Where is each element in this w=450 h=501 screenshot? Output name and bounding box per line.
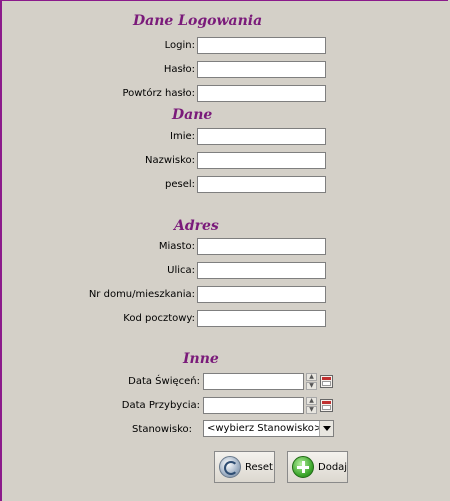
powtorz-haslo-field[interactable] xyxy=(197,85,326,102)
chevron-down-icon[interactable] xyxy=(319,421,333,436)
pesel-input[interactable] xyxy=(198,177,325,192)
pesel-label: pesel: xyxy=(164,179,195,190)
data-przybycia-spinner: ▲ ▼ xyxy=(306,397,317,414)
data-swiecen-label: Data Święceń: xyxy=(128,376,200,387)
miasto-label: Miasto: xyxy=(158,241,195,252)
reset-button-label: Reset xyxy=(245,461,273,473)
spin-up-icon[interactable]: ▲ xyxy=(306,397,317,405)
data-swiecen-input[interactable] xyxy=(204,374,303,389)
data-przybycia-field[interactable] xyxy=(203,397,304,414)
imie-field[interactable] xyxy=(197,128,326,145)
spin-down-icon[interactable]: ▼ xyxy=(306,382,317,390)
powtorz-haslo-input[interactable] xyxy=(198,86,325,101)
haslo-field[interactable] xyxy=(197,61,326,78)
powtorz-haslo-label: Powtórz hasło: xyxy=(122,88,195,99)
login-field[interactable] xyxy=(197,37,326,54)
pesel-field[interactable] xyxy=(197,176,326,193)
ulica-field[interactable] xyxy=(197,262,326,279)
nazwisko-label: Nazwisko: xyxy=(145,155,195,166)
imie-input[interactable] xyxy=(198,129,325,144)
kod-pocztowy-label: Kod pocztowy: xyxy=(123,313,195,324)
section-title-inne: Inne xyxy=(183,351,219,367)
login-input[interactable] xyxy=(198,38,325,53)
login-label: Login: xyxy=(164,40,195,51)
section-title-login: Dane Logowania xyxy=(133,13,263,29)
stanowisko-label: Stanowisko: xyxy=(132,424,192,435)
data-przybycia-label: Data Przybycia: xyxy=(121,400,200,411)
ulica-label: Ulica: xyxy=(167,265,195,276)
reset-button[interactable]: Reset xyxy=(214,451,275,483)
data-swiecen-spinner: ▲ ▼ xyxy=(306,373,317,390)
section-title-dane: Dane xyxy=(172,107,213,123)
nazwisko-field[interactable] xyxy=(197,152,326,169)
stanowisko-selected: <wybierz Stanowisko> xyxy=(207,423,323,434)
add-icon xyxy=(292,456,314,478)
miasto-field[interactable] xyxy=(197,238,326,255)
spin-down-icon[interactable]: ▼ xyxy=(306,406,317,414)
refresh-icon xyxy=(219,456,241,478)
nr-domu-input[interactable] xyxy=(198,287,325,302)
kod-pocztowy-field[interactable] xyxy=(197,310,326,327)
data-swiecen-field[interactable] xyxy=(203,373,304,390)
nazwisko-input[interactable] xyxy=(198,153,325,168)
ulica-input[interactable] xyxy=(198,263,325,278)
data-przybycia-input[interactable] xyxy=(204,398,303,413)
calendar-icon[interactable] xyxy=(320,399,333,412)
calendar-icon[interactable] xyxy=(320,375,333,388)
haslo-input[interactable] xyxy=(198,62,325,77)
dodaj-button[interactable]: Dodaj xyxy=(287,451,348,483)
stanowisko-select[interactable]: <wybierz Stanowisko> xyxy=(203,420,334,437)
dodaj-button-label: Dodaj xyxy=(318,461,348,473)
section-title-adres: Adres xyxy=(174,218,219,234)
spin-up-icon[interactable]: ▲ xyxy=(306,373,317,381)
imie-label: Imie: xyxy=(170,131,195,142)
haslo-label: Hasło: xyxy=(163,64,195,75)
nr-domu-field[interactable] xyxy=(197,286,326,303)
kod-pocztowy-input[interactable] xyxy=(198,311,325,326)
miasto-input[interactable] xyxy=(198,239,325,254)
nr-domu-label: Nr domu/mieszkania: xyxy=(88,289,195,300)
